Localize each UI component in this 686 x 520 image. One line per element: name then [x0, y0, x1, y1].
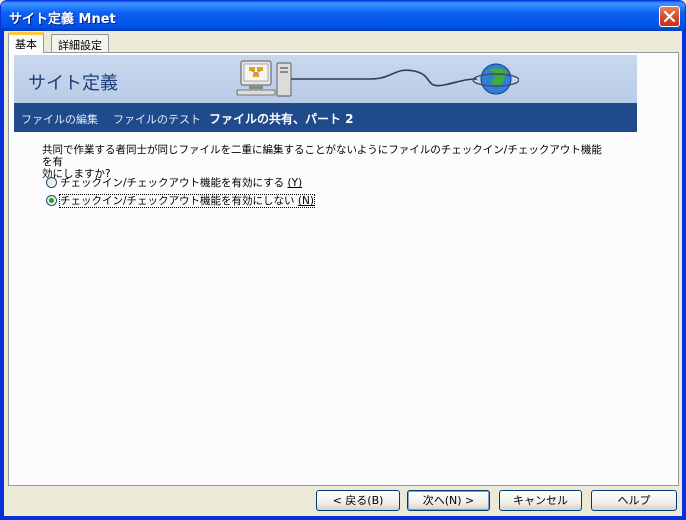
question-line-1: 共同で作業する者同士が同じファイルを二重に編集することがないようにファイルのチェ… — [42, 144, 602, 168]
window-title: サイト定義 Mnet — [9, 12, 116, 27]
nav-step-test-files: ファイルのテスト — [113, 113, 201, 126]
frame-left — [1, 31, 4, 519]
back-button[interactable]: < 戻る(B) — [316, 490, 400, 511]
wizard-step-bar: ファイルの編集 ファイルのテスト ファイルの共有、パート 2 — [14, 103, 637, 132]
next-button[interactable]: 次へ(N) > — [407, 490, 490, 511]
tab-panel: サイト定義 ファイルの編集 ファイルのテスト ファイルの共有、パート 2 共同で… — [8, 52, 679, 486]
tab-basic[interactable]: 基本 — [8, 32, 44, 53]
close-icon — [663, 10, 676, 23]
radio-button-disable[interactable] — [46, 195, 57, 206]
tab-basic-label: 基本 — [15, 38, 37, 51]
radio-disable-mnemonic: (N) — [297, 195, 314, 207]
radio-disable-label: チェックイン/チェックアウト機能を有効にしない (N) — [59, 194, 315, 208]
radio-enable-label: チェックイン/チェックアウト機能を有効にする (Y) — [60, 177, 302, 189]
tab-advanced-label: 詳細設定 — [58, 39, 102, 52]
tab-advanced-settings[interactable]: 詳細設定 — [51, 34, 109, 52]
nav-step-edit-files: ファイルの編集 — [21, 113, 98, 126]
frame-bottom — [1, 516, 685, 519]
radio-disable-checkin[interactable]: チェックイン/チェックアウト機能を有効にしない (N) — [46, 193, 315, 208]
site-definition-window: サイト定義 Mnet 基本 詳細設定 サイト定義 ファイルの編集 ファイルのテス… — [0, 0, 686, 520]
radio-enable-mnemonic: (Y) — [287, 177, 303, 189]
wizard-banner: サイト定義 — [14, 55, 637, 103]
computer-globe-network-icon — [236, 60, 519, 97]
radio-disable-text: チェックイン/チェックアウト機能を有効にしない — [60, 195, 295, 207]
help-button[interactable]: ヘルプ — [591, 490, 677, 511]
radio-enable-text: チェックイン/チェックアウト機能を有効にする — [60, 177, 285, 189]
banner-title: サイト定義 — [28, 73, 118, 94]
title-bar[interactable]: サイト定義 Mnet — [1, 1, 685, 31]
radio-button-enable[interactable] — [46, 177, 57, 188]
tab-strip: 基本 詳細設定 — [4, 31, 682, 53]
close-button[interactable] — [659, 6, 680, 27]
cancel-button[interactable]: キャンセル — [499, 490, 582, 511]
frame-right — [682, 31, 685, 519]
radio-enable-checkin[interactable]: チェックイン/チェックアウト機能を有効にする (Y) — [46, 175, 302, 190]
nav-step-share-files-part2: ファイルの共有、パート 2 — [209, 112, 354, 126]
